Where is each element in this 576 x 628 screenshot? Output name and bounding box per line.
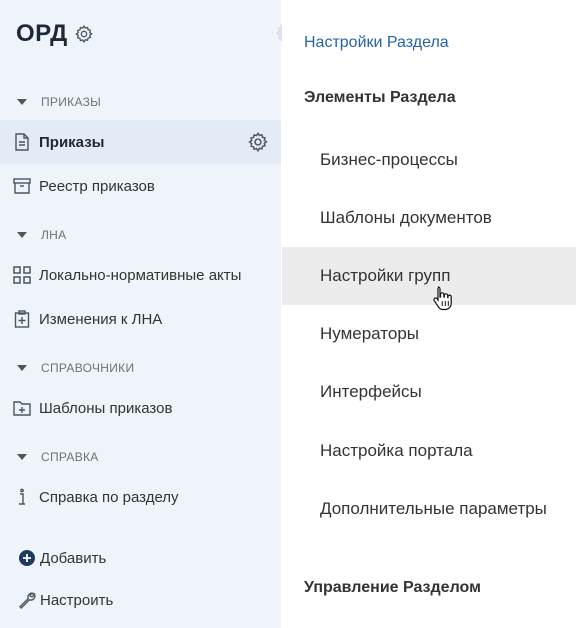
sidebar: ОРД ПРИКАЗЫ Приказы Реестр приказов ЛНА …	[0, 0, 282, 628]
group-orders-label: ПРИКАЗЫ	[41, 95, 102, 109]
sidebar-item-orders-registry[interactable]: Реестр приказов	[0, 164, 281, 208]
caret-down-icon	[17, 454, 27, 460]
sidebar-item-orders[interactable]: Приказы	[0, 120, 281, 164]
sidebar-item-local-acts-label: Локально-нормативные акты	[39, 266, 242, 284]
sidebar-item-lna-changes[interactable]: Изменения к ЛНА	[0, 297, 281, 341]
group-lna[interactable]: ЛНА	[16, 228, 66, 242]
app-title: ОРД	[16, 20, 94, 48]
app-title-text: ОРД	[16, 20, 68, 47]
section-manage-heading: Управление Разделом	[304, 579, 481, 596]
sidebar-item-section-help[interactable]: Справка по разделу	[0, 475, 281, 519]
menu-item-numerators[interactable]: Нумераторы	[282, 305, 576, 363]
menu-item-additional-params[interactable]: Дополнительные параметры	[282, 480, 576, 538]
wrench-icon	[18, 591, 36, 609]
section-settings-panel: Настройки Раздела Элементы Раздела Бизне…	[282, 0, 576, 628]
caret-down-icon	[17, 365, 27, 371]
plus-circle-icon	[18, 549, 36, 567]
caret-down-icon	[17, 99, 27, 105]
sidebar-item-local-acts[interactable]: Локально-нормативные акты	[0, 253, 281, 297]
caret-down-icon	[17, 232, 27, 238]
clipboard-plus-icon	[11, 308, 33, 330]
sidebar-item-orders-label: Приказы	[39, 133, 105, 151]
gear-icon[interactable]	[74, 24, 94, 44]
group-references-label: СПРАВОЧНИКИ	[41, 361, 135, 375]
sidebar-item-order-templates-label: Шаблоны приказов	[39, 399, 173, 417]
sidebar-item-section-help-label: Справка по разделу	[39, 488, 179, 506]
info-icon	[11, 486, 33, 508]
group-help-label: СПРАВКА	[41, 450, 99, 464]
sidebar-item-lna-changes-label: Изменения к ЛНА	[39, 310, 163, 328]
group-orders[interactable]: ПРИКАЗЫ	[16, 95, 101, 109]
archive-box-icon	[11, 175, 33, 197]
hand-cursor-icon	[433, 286, 452, 311]
add-button[interactable]: Добавить	[18, 549, 106, 567]
document-icon	[11, 131, 33, 153]
sidebar-item-orders-registry-label: Реестр приказов	[39, 177, 155, 195]
group-references[interactable]: СПРАВОЧНИКИ	[16, 361, 134, 375]
folder-plus-icon	[11, 397, 33, 419]
grid-icon	[11, 264, 33, 286]
sidebar-item-order-templates[interactable]: Шаблоны приказов	[0, 386, 281, 430]
menu-item-interfaces[interactable]: Интерфейсы	[282, 363, 576, 421]
configure-button-label: Настроить	[40, 591, 114, 609]
group-lna-label: ЛНА	[41, 228, 67, 242]
collapse-sidebar-icon[interactable]	[268, 24, 282, 42]
menu-item-group-settings[interactable]: Настройки групп	[282, 247, 576, 305]
group-help[interactable]: СПРАВКА	[16, 450, 99, 464]
gear-icon[interactable]	[247, 131, 269, 153]
menu-item-document-templates[interactable]: Шаблоны документов	[282, 189, 576, 247]
section-elements-heading: Элементы Раздела	[304, 89, 456, 106]
configure-button[interactable]: Настроить	[18, 591, 113, 609]
menu-item-portal-settings[interactable]: Настройка портала	[282, 422, 576, 480]
menu-item-business-processes[interactable]: Бизнес-процессы	[282, 131, 576, 189]
panel-title: Настройки Раздела	[304, 34, 449, 51]
add-button-label: Добавить	[40, 549, 107, 567]
